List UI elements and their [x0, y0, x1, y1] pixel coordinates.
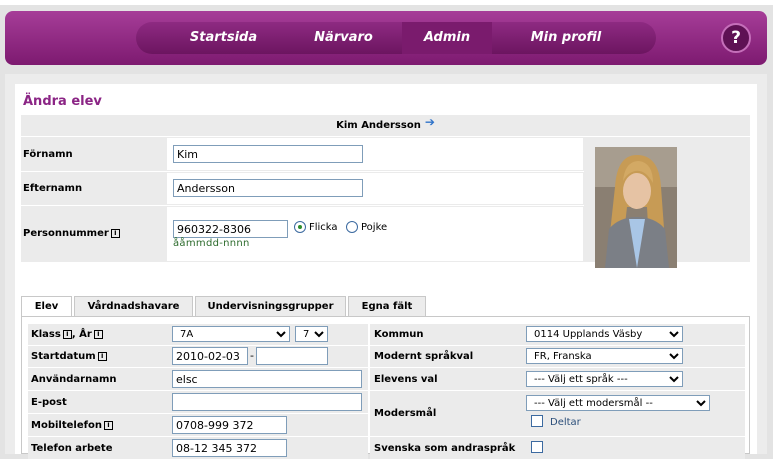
enddate-input[interactable] — [256, 347, 328, 365]
mothertongue-select[interactable]: --- Välj ett modersmål -- — [526, 395, 710, 411]
arrow-right-icon[interactable]: ➔ — [425, 115, 435, 129]
personnummer-input[interactable] — [173, 220, 288, 238]
workphone-input[interactable] — [172, 439, 287, 457]
class-label: Klass — [31, 329, 61, 340]
nav-item-min-profil[interactable]: Min profil — [511, 22, 621, 54]
municipality-select[interactable]: 0114 Upplands Väsby — [526, 326, 683, 342]
sva-label: Svenska som andraspråk — [374, 443, 516, 454]
nav-item-narvaro[interactable]: Närvaro — [296, 22, 391, 54]
modlang-select[interactable]: FR, Franska — [526, 348, 683, 364]
student-name: Kim Andersson — [336, 120, 421, 131]
participates-checkbox[interactable] — [531, 415, 543, 427]
modlang-label: Modernt språkval — [374, 351, 474, 362]
top-strip — [0, 0, 773, 5]
tab-elev[interactable]: Elev — [21, 296, 72, 318]
page-title: Ändra elev — [23, 94, 102, 109]
info-icon[interactable]: i — [62, 329, 72, 339]
startdate-label-wrap: Startdatum i — [31, 351, 107, 362]
lastname-input[interactable] — [173, 179, 363, 197]
municipality-label: Kommun — [374, 329, 424, 340]
year-label: År — [79, 329, 92, 340]
date-range-separator: - — [250, 349, 254, 362]
info-icon[interactable]: i — [93, 329, 103, 339]
gender-girl-label: Flicka — [309, 222, 338, 233]
mothertongue-label: Modersmål — [374, 408, 437, 419]
info-icon[interactable]: i — [97, 351, 107, 361]
tab-undervisningsgrupper[interactable]: Undervisningsgrupper — [195, 296, 346, 317]
tab-egna-falt[interactable]: Egna fält — [348, 296, 426, 317]
workphone-label: Telefon arbete — [31, 443, 113, 454]
gender-girl-radio[interactable] — [294, 221, 306, 233]
username-input[interactable] — [172, 370, 362, 388]
tab-content-elev: Klassi, Åri 7A 7 Startdatumi - Användarn… — [21, 316, 750, 459]
email-label: E-post — [31, 397, 67, 408]
help-button[interactable]: ? — [721, 23, 751, 53]
sva-checkbox[interactable] — [531, 441, 543, 453]
lastname-label: Efternamn — [23, 183, 83, 194]
startdate-label: Startdatum — [31, 351, 96, 362]
username-label: Användarnamn — [31, 374, 117, 385]
personnummer-label: Personnummer — [23, 228, 109, 239]
email-input[interactable] — [172, 393, 362, 411]
info-icon[interactable]: i — [103, 420, 113, 430]
studentchoice-label: Elevens val — [374, 374, 438, 385]
firstname-label: Förnamn — [23, 149, 73, 160]
year-select[interactable]: 7 — [295, 326, 328, 342]
edit-student-form: Ändra elev Kim Andersson ➔ Förnamn Eftern… — [15, 84, 757, 459]
personnummer-format-hint: ååmmdd-nnnn — [173, 238, 250, 249]
participates-label: Deltar — [550, 417, 581, 428]
studentchoice-select[interactable]: --- Välj ett språk --- — [526, 371, 683, 387]
student-name-header: Kim Andersson ➔ — [21, 115, 750, 136]
nav-item-startsida[interactable]: Startsida — [176, 22, 271, 54]
top-navigation-bar: Startsida Närvaro Admin Min profil ? — [5, 11, 767, 65]
class-year-label: Klass i, År i — [31, 329, 103, 340]
personnummer-label-wrap: Personnummer i — [23, 228, 120, 239]
class-select[interactable]: 7A — [172, 326, 290, 342]
info-icon[interactable]: i — [110, 228, 120, 238]
mobile-label: Mobiltelefon — [31, 420, 102, 431]
mobile-label-wrap: Mobiltelefon i — [31, 420, 113, 431]
gender-boy-label: Pojke — [361, 222, 388, 233]
personnummer-row: Personnummer i — [21, 206, 584, 262]
startdate-input[interactable] — [172, 347, 248, 365]
nav-item-admin[interactable]: Admin — [402, 22, 492, 54]
mobile-input[interactable] — [172, 416, 287, 434]
student-photo — [595, 147, 677, 268]
gender-boy-radio[interactable] — [346, 221, 358, 233]
navigation-menu: Startsida Närvaro Admin Min profil — [136, 22, 656, 54]
tab-vardnadshavare[interactable]: Vårdnadshavare — [74, 296, 193, 317]
firstname-input[interactable] — [173, 145, 363, 163]
content-panel: Ändra elev Kim Andersson ➔ Förnamn Eftern… — [5, 74, 767, 459]
